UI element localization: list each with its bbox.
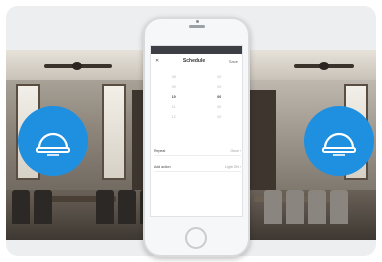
- chair: [286, 190, 304, 224]
- picker-row[interactable]: 09 00: [151, 82, 242, 92]
- ceiling-fan-hub: [319, 62, 329, 70]
- phone-mockup: ✕ Schedule Save 08 00 09 00 10 00 11 00 …: [143, 17, 250, 257]
- picker-minute: 00: [217, 75, 222, 79]
- chair: [12, 190, 30, 224]
- picker-row[interactable]: 11 00: [151, 102, 242, 112]
- smart-dome-device-icon: [18, 106, 88, 176]
- dome-glyph: [322, 132, 356, 156]
- repeat-row[interactable]: Repeat Once ›: [154, 146, 241, 156]
- add-action-label: Add action: [154, 164, 171, 169]
- front-camera: [196, 20, 199, 23]
- chair: [118, 190, 136, 224]
- dome-glyph: [36, 132, 70, 156]
- picker-row-selected[interactable]: 10 00: [151, 92, 242, 102]
- picker-minute: 00: [217, 85, 222, 89]
- ceiling-fan-hub: [72, 62, 82, 70]
- picker-row[interactable]: 08 00: [151, 72, 242, 82]
- chair: [34, 190, 52, 224]
- home-button[interactable]: [185, 227, 207, 249]
- chair: [330, 190, 348, 224]
- picker-hour: 10: [171, 95, 176, 99]
- picker-hour: 09: [171, 85, 176, 89]
- picker-hour: 11: [171, 105, 176, 109]
- repeat-label: Repeat: [154, 148, 166, 153]
- picker-minute: 00: [217, 95, 222, 99]
- add-action-value: Light ON ›: [225, 164, 241, 169]
- chair: [264, 190, 282, 224]
- status-bar: [151, 46, 242, 54]
- save-button[interactable]: Save: [229, 59, 238, 64]
- picker-row[interactable]: 12 00: [151, 112, 242, 122]
- picker-hour: 12: [171, 115, 176, 119]
- window: [102, 84, 126, 180]
- picker-hour: 08: [171, 75, 176, 79]
- earpiece-speaker: [189, 25, 205, 28]
- smart-dome-device-icon: [304, 106, 374, 176]
- repeat-value: Once ›: [230, 148, 241, 153]
- add-action-row[interactable]: Add action Light ON ›: [154, 162, 241, 172]
- close-icon[interactable]: ✕: [155, 58, 159, 64]
- nav-bar: ✕ Schedule Save: [151, 54, 242, 68]
- time-picker[interactable]: 08 00 09 00 10 00 11 00 12 00: [151, 72, 242, 122]
- phone-screen: ✕ Schedule Save 08 00 09 00 10 00 11 00 …: [150, 45, 243, 217]
- picker-minute: 00: [217, 115, 222, 119]
- picker-minute: 00: [217, 105, 222, 109]
- chair: [308, 190, 326, 224]
- chair: [96, 190, 114, 224]
- page-title: Schedule: [182, 58, 206, 64]
